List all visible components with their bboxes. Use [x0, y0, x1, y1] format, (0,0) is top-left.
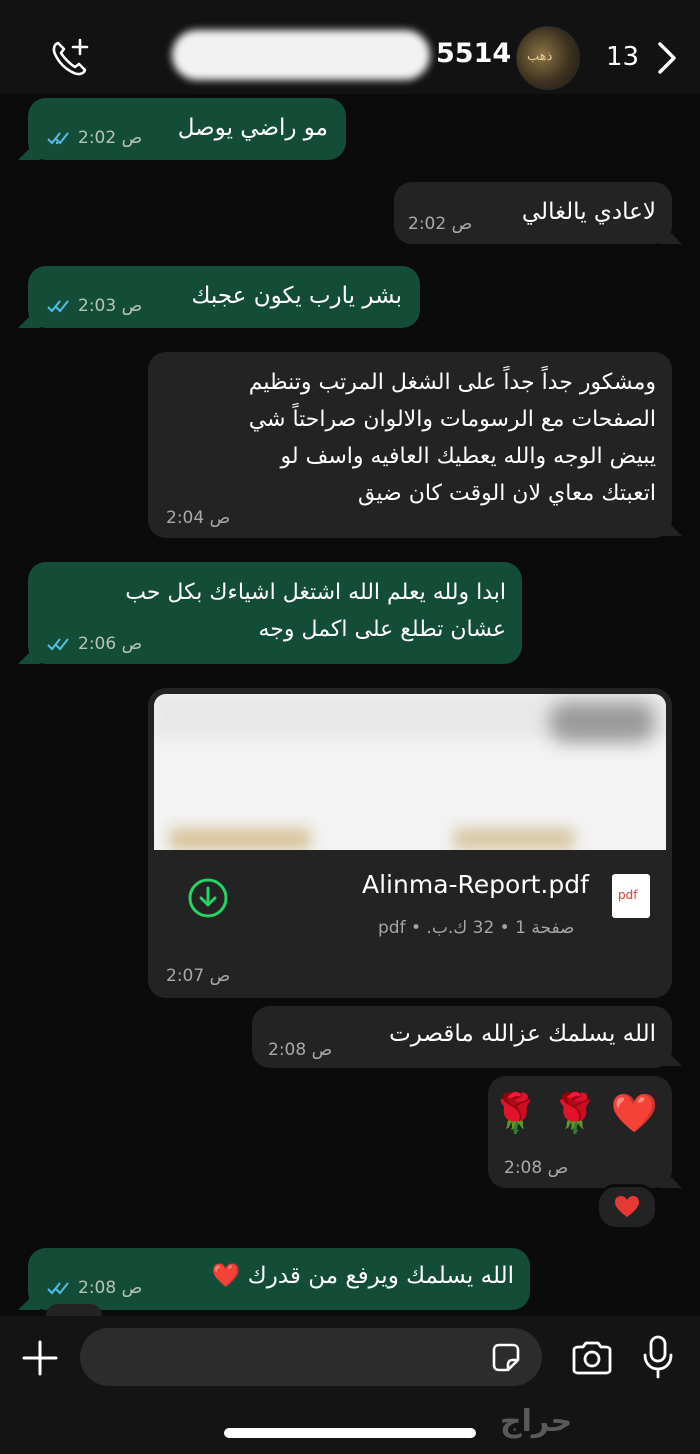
double-check-icon — [47, 132, 69, 145]
message-time: 2:04 ص — [166, 508, 231, 528]
message-text: الله يسلمك عزالله ماقصرت — [389, 1021, 656, 1047]
message-text: ابدا ولله يعلم الله اشتغل اشياءك بكل حب … — [125, 580, 506, 642]
contact-avatar[interactable]: ذهب — [516, 26, 580, 90]
avatar-text: ذهب — [527, 49, 553, 64]
message-bubble[interactable]: الله يسلمك عزالله ماقصرت 2:08 ص — [252, 1006, 672, 1068]
message-bubble[interactable]: ❤️ 🌹 🌹 2:08 ص — [488, 1076, 672, 1188]
message-bubble[interactable]: مو راضي يوصل 2:02 ص — [28, 98, 346, 160]
message-bubble[interactable]: لاعادي يالغالي 2:02 ص — [394, 182, 672, 244]
message-time: 2:07 ص — [166, 966, 231, 986]
message-text: ومشكور جداً جداً على الشغل المرتب وتنظيم… — [248, 370, 656, 506]
pdf-attachment[interactable] — [148, 688, 672, 998]
message-reaction[interactable] — [596, 1184, 658, 1230]
heart-icon — [615, 1196, 639, 1217]
redacted-contact-name — [172, 30, 430, 80]
message-reaction-partial[interactable] — [46, 1304, 102, 1316]
message-time: 2:02 ص — [408, 214, 473, 234]
message-text: ❤️ 🌹 🌹 — [491, 1091, 658, 1135]
contact-name[interactable]: 5514 — [436, 38, 511, 69]
message-text: الله يسلمك ويرفع من قدرك ❤️ — [211, 1263, 514, 1289]
plus-icon[interactable] — [20, 1338, 60, 1378]
message-bubble[interactable]: بشر يارب يكون عجبك 2:03 ص — [28, 266, 420, 328]
message-time: 2:02 ص — [78, 128, 143, 148]
message-time: 2:08 ص — [504, 1158, 569, 1178]
microphone-icon[interactable] — [640, 1334, 676, 1380]
pdf-file-name[interactable]: Alinma-Report.pdf — [362, 870, 589, 899]
message-bubble[interactable]: ابدا ولله يعلم الله اشتغل اشياءك بكل حب … — [28, 562, 522, 664]
home-indicator — [224, 1428, 476, 1438]
message-meta: 2:08 ص — [46, 1278, 142, 1298]
message-time: 2:08 ص — [78, 1278, 143, 1298]
camera-icon[interactable] — [570, 1338, 614, 1378]
double-check-icon — [47, 638, 69, 651]
message-bubble[interactable]: ومشكور جداً جداً على الشغل المرتب وتنظيم… — [148, 352, 672, 538]
message-text: لاعادي يالغالي — [521, 199, 656, 225]
message-input[interactable] — [80, 1328, 542, 1388]
message-text: مو راضي يوصل — [177, 115, 328, 141]
watermark-logo: حراج — [500, 1404, 573, 1439]
message-meta: 2:03 ص — [46, 296, 142, 316]
message-input-field[interactable] — [104, 1328, 488, 1388]
double-check-icon — [47, 300, 69, 313]
pdf-file-details: صفحة 1 • 32 ك.ب. • pdf — [378, 918, 575, 938]
chevron-right-icon[interactable] — [654, 40, 680, 76]
message-time: 2:06 ص — [78, 634, 143, 654]
add-call-icon[interactable] — [48, 36, 92, 80]
message-time: 2:08 ص — [268, 1040, 333, 1060]
message-meta: 2:06 ص — [46, 634, 142, 654]
pdf-file-icon: pdf — [612, 874, 650, 918]
double-check-icon — [47, 1282, 69, 1295]
chat-header: 5514 ذهب 13 — [0, 0, 700, 94]
message-meta: 2:02 ص — [46, 128, 142, 148]
message-bubble[interactable]: الله يسلمك ويرفع من قدرك ❤️ 2:08 ص — [28, 1248, 530, 1310]
pdf-preview-thumbnail[interactable] — [154, 694, 666, 850]
sticker-icon[interactable] — [488, 1340, 524, 1376]
unread-count: 13 — [606, 42, 640, 72]
download-icon[interactable] — [186, 876, 230, 920]
message-time: 2:03 ص — [78, 296, 143, 316]
message-text: بشر يارب يكون عجبك — [191, 283, 402, 309]
